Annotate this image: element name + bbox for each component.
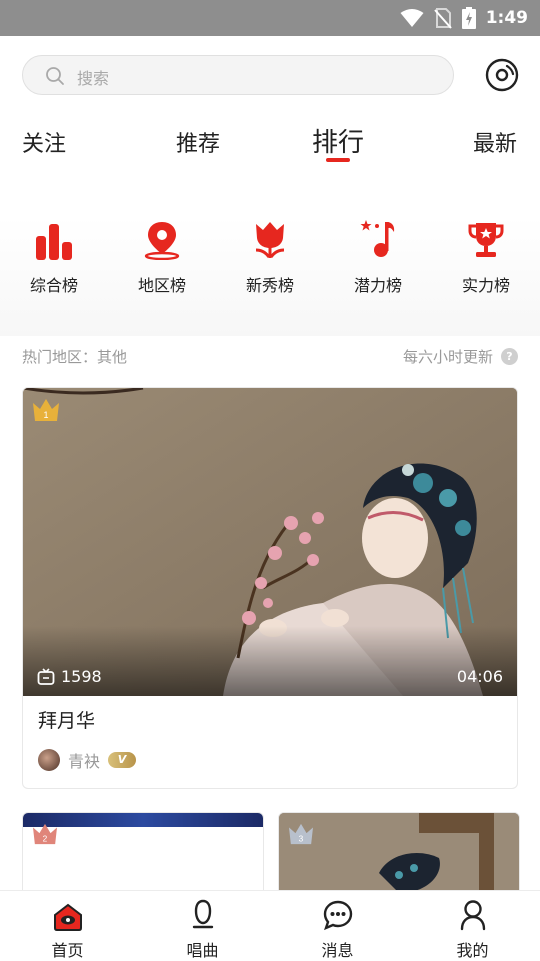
author-info[interactable]: 青袂 V (38, 748, 137, 772)
tab-recommend[interactable]: 推荐 (176, 126, 220, 158)
nav-label: 首页 (51, 941, 84, 960)
video-duration: 04:06 (456, 667, 503, 686)
nav-home[interactable]: 首页 (0, 891, 135, 961)
search-placeholder: 搜索 (77, 69, 110, 88)
battery-charging-icon (461, 7, 476, 29)
no-sim-icon (433, 8, 452, 29)
music-note-star-icon (360, 220, 395, 257)
search-icon (46, 67, 64, 85)
tab-ranking[interactable]: 排行 (312, 122, 364, 159)
video-thumbnail (279, 813, 519, 901)
video-thumbnail (23, 813, 263, 827)
refresh-text: 每六小时更新 (402, 348, 493, 366)
rank-number: 3 (299, 833, 304, 843)
top-tabs: 关注 推荐 排行 最新 (0, 120, 540, 164)
rank-number: 1 (43, 410, 48, 420)
featured-video-card[interactable]: 1 1598 04:06 拜月华 青袂 V (22, 387, 518, 789)
ranking-categories: 综合榜 地区榜 新秀榜 潜力榜 实力榜 (0, 212, 540, 302)
video-title[interactable]: 拜月华 (38, 706, 95, 733)
bottom-navigation: 首页 唱曲 消息 我的 (0, 890, 540, 960)
rank-crown-icon: 2 (33, 823, 57, 845)
tab-follow[interactable]: 关注 (22, 126, 66, 158)
category-overall[interactable]: 综合榜 (0, 212, 108, 296)
microphone-icon (192, 899, 213, 929)
category-label: 潜力榜 (353, 276, 402, 295)
category-label: 实力榜 (461, 276, 510, 295)
home-icon (53, 903, 82, 931)
ranked-video-card[interactable]: 2 (22, 812, 264, 902)
search-input[interactable]: 搜索 (22, 55, 454, 95)
hot-region-label[interactable]: 热门地区：其他 (22, 346, 127, 367)
nav-label: 消息 (321, 941, 354, 960)
category-label: 综合榜 (29, 276, 78, 295)
wifi-icon (400, 9, 424, 27)
ranked-video-card[interactable]: 3 (278, 812, 520, 902)
tab-latest[interactable]: 最新 (473, 126, 517, 158)
category-potential[interactable]: 潜力榜 (324, 212, 432, 296)
category-label: 新秀榜 (245, 276, 294, 295)
avatar[interactable] (38, 749, 60, 771)
nav-sing[interactable]: 唱曲 (135, 891, 270, 961)
category-region[interactable]: 地区榜 (108, 212, 216, 296)
rank-crown-icon: 1 (33, 399, 59, 421)
status-bar: 1:49 (0, 0, 540, 36)
rank-number: 2 (43, 833, 48, 843)
tab-active-indicator (326, 158, 350, 162)
tv-icon (37, 667, 55, 685)
play-count: 1598 (37, 667, 102, 686)
status-time: 1:49 (485, 8, 528, 28)
tulip-icon (255, 222, 285, 258)
nav-label: 唱曲 (186, 941, 219, 960)
category-label: 地区榜 (137, 276, 186, 295)
play-count-value: 1598 (61, 667, 102, 686)
disc-icon[interactable] (485, 58, 519, 92)
rank-crown-icon: 3 (289, 823, 313, 845)
chat-bubble-icon (323, 900, 352, 931)
refresh-info: 每六小时更新 ? (403, 346, 518, 367)
vip-badge: V (108, 752, 137, 768)
nav-profile[interactable]: 我的 (405, 891, 540, 961)
category-strength[interactable]: 实力榜 (432, 212, 540, 296)
nav-messages[interactable]: 消息 (270, 891, 405, 961)
author-name[interactable]: 青袂 (68, 748, 100, 772)
bar-chart-icon (36, 224, 72, 260)
location-pin-icon (144, 222, 180, 260)
category-newcomer[interactable]: 新秀榜 (216, 212, 324, 296)
trophy-icon (468, 223, 504, 257)
help-icon[interactable]: ? (501, 348, 518, 365)
user-icon (460, 900, 485, 931)
nav-label: 我的 (456, 941, 489, 960)
